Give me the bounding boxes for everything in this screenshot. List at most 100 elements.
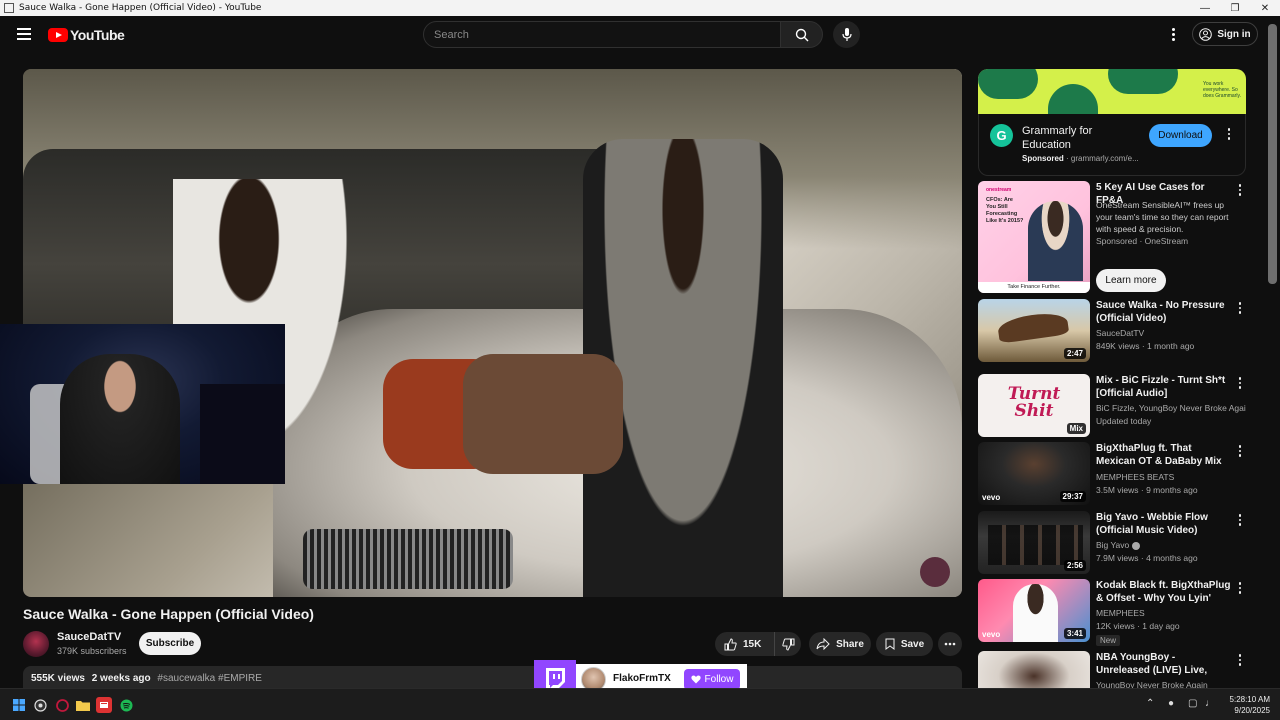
follow-button[interactable]: Follow bbox=[684, 669, 740, 690]
spotify-icon[interactable] bbox=[118, 697, 134, 713]
file-explorer-icon[interactable] bbox=[75, 697, 91, 713]
thumb-person bbox=[1028, 201, 1083, 281]
video-thumbnail[interactable]: 2:47 bbox=[978, 299, 1090, 362]
duration-badge: 2:47 bbox=[1063, 348, 1086, 359]
restore-icon[interactable]: ❐ bbox=[1220, 0, 1250, 16]
tray-volume-icon[interactable]: ♩ bbox=[1205, 698, 1215, 709]
channel-name[interactable]: SauceDatTV bbox=[57, 631, 121, 643]
voice-search-button[interactable] bbox=[833, 21, 860, 48]
thumbs-up-icon bbox=[724, 637, 737, 650]
follow-label: Follow bbox=[704, 674, 734, 685]
ad-download-button[interactable]: Download bbox=[1149, 124, 1212, 147]
share-button[interactable]: Share bbox=[809, 632, 871, 656]
thumb-subject bbox=[996, 310, 1070, 344]
more-vertical-icon[interactable] bbox=[1237, 654, 1243, 668]
thumb-person bbox=[1013, 584, 1058, 642]
more-vertical-icon[interactable] bbox=[1237, 302, 1243, 316]
list-item[interactable]: 2:56 Big Yavo - Webbie Flow (Official Mu… bbox=[978, 511, 1248, 576]
search-box bbox=[423, 21, 781, 48]
like-button[interactable]: 15K bbox=[715, 632, 775, 656]
ad-sponsored-label: Sponsored bbox=[1022, 154, 1064, 163]
ad-banner-image[interactable]: You work everywhere. So does Grammarly. bbox=[978, 69, 1246, 114]
list-item[interactable]: NBA YoungBoy - Unreleased (LIVE) Live, S… bbox=[978, 651, 1248, 688]
video-title[interactable]: Kodak Black ft. BigXthaPlug & Offset - W… bbox=[1096, 579, 1231, 605]
ad-banner-text: You work everywhere. So does Grammarly. bbox=[1203, 81, 1241, 99]
save-button[interactable]: Save bbox=[876, 632, 933, 656]
tray-microphone-icon[interactable]: ● bbox=[1168, 698, 1174, 709]
ad-more-icon[interactable] bbox=[1226, 128, 1232, 142]
more-vertical-icon[interactable] bbox=[1237, 184, 1243, 198]
menu-icon[interactable] bbox=[17, 28, 31, 40]
more-actions-button[interactable] bbox=[938, 632, 962, 656]
channel-name[interactable]: SauceDatTV bbox=[1096, 328, 1246, 338]
more-vertical-icon[interactable] bbox=[1237, 445, 1243, 459]
opera-gx-icon[interactable] bbox=[54, 697, 70, 713]
more-vertical-icon[interactable] bbox=[1237, 514, 1243, 528]
ad-title[interactable]: Grammarly for Education bbox=[1022, 124, 1122, 152]
video-thumbnail[interactable]: onestream CFOs: Are You Still Forecastin… bbox=[978, 181, 1090, 293]
learn-more-button[interactable]: Learn more bbox=[1096, 269, 1166, 292]
list-item[interactable]: onestream CFOs: Are You Still Forecastin… bbox=[978, 181, 1248, 294]
streamer-name: FlakoFrmTX bbox=[613, 673, 671, 684]
video-title[interactable]: NBA YoungBoy - Unreleased (LIVE) Live, S… bbox=[1096, 651, 1231, 677]
obs-icon[interactable] bbox=[32, 697, 48, 713]
window-title: Sauce Walka - Gone Happen (Official Vide… bbox=[19, 3, 262, 13]
taskbar-clock[interactable]: 5:28:10 AM 9/20/2025 bbox=[1222, 694, 1270, 716]
ad-description: OneStream SensibleAI™ frees up your team… bbox=[1096, 200, 1229, 234]
video-meta: 12K views · 1 day ago bbox=[1096, 621, 1180, 631]
more-vertical-icon[interactable] bbox=[1237, 582, 1243, 596]
search-button[interactable] bbox=[780, 21, 823, 48]
news-app-icon[interactable] bbox=[96, 697, 112, 713]
video-thumbnail[interactable]: Turnt Shit Mix bbox=[978, 374, 1090, 437]
more-vertical-icon[interactable] bbox=[1237, 377, 1243, 391]
hashtags[interactable]: #saucewalka #EMPIRE bbox=[157, 673, 262, 684]
search-icon bbox=[795, 28, 808, 41]
dislike-button[interactable] bbox=[775, 632, 801, 656]
tray-network-icon[interactable]: ▢ bbox=[1188, 698, 1197, 709]
list-item[interactable]: vevo 29:37 BigXthaPlug ft. That Mexican … bbox=[978, 442, 1248, 507]
channel-name[interactable]: Big Yavo bbox=[1096, 540, 1246, 550]
video-thumbnail[interactable]: vevo 29:37 bbox=[978, 442, 1090, 505]
video-title[interactable]: Big Yavo - Webbie Flow (Official Music V… bbox=[1096, 511, 1231, 537]
sign-in-button[interactable]: Sign in bbox=[1192, 22, 1258, 46]
channel-avatar[interactable] bbox=[23, 631, 49, 657]
sign-in-label: Sign in bbox=[1217, 28, 1251, 40]
new-badge: New bbox=[1096, 635, 1121, 646]
video-thumbnail[interactable]: vevo 3:41 bbox=[978, 579, 1090, 642]
webcam-streamer bbox=[60, 354, 180, 484]
heart-icon bbox=[690, 675, 701, 684]
video-thumbnail[interactable]: 2:56 bbox=[978, 511, 1090, 574]
thumb-group bbox=[988, 525, 1083, 565]
channel-name[interactable]: BiC Fizzle, YoungBoy Never Broke Again, … bbox=[1096, 403, 1246, 413]
video-title: Sauce Walka - Gone Happen (Official Vide… bbox=[23, 606, 314, 622]
video-title[interactable]: Mix - BiC Fizzle - Turnt Sh*t [Official … bbox=[1096, 374, 1231, 400]
channel-name[interactable]: MEMPHEES BEATS bbox=[1096, 472, 1246, 482]
channel-name[interactable]: MEMPHEES bbox=[1096, 608, 1246, 618]
like-dislike-group: 15K bbox=[715, 632, 801, 656]
video-thumbnail[interactable] bbox=[978, 651, 1090, 688]
subscribe-button[interactable]: Subscribe bbox=[139, 632, 201, 655]
tray-chevron-up-icon[interactable]: ⌃ bbox=[1146, 698, 1154, 709]
share-icon bbox=[816, 638, 830, 650]
page-scrollbar[interactable] bbox=[1268, 24, 1277, 284]
settings-menu-icon[interactable] bbox=[1166, 26, 1180, 42]
list-item[interactable]: vevo 3:41 Kodak Black ft. BigXthaPlug & … bbox=[978, 579, 1248, 649]
duration-badge: 29:37 bbox=[1059, 491, 1086, 502]
video-frame-grille bbox=[303, 529, 513, 589]
thumb-text: Turnt Shit bbox=[1007, 384, 1061, 421]
video-title[interactable]: Sauce Walka - No Pressure (Official Vide… bbox=[1096, 299, 1231, 325]
search-input[interactable] bbox=[434, 28, 780, 41]
ad-card[interactable]: G Grammarly for Education Sponsored · gr… bbox=[978, 114, 1246, 176]
channel-name[interactable]: YoungBoy Never Broke Again bbox=[1096, 680, 1246, 688]
list-item[interactable]: Turnt Shit Mix Mix - BiC Fizzle - Turnt … bbox=[978, 374, 1248, 439]
minimize-icon[interactable]: — bbox=[1190, 0, 1220, 16]
youtube-logo[interactable]: YouTube bbox=[48, 27, 125, 43]
list-item[interactable]: 2:47 Sauce Walka - No Pressure (Official… bbox=[978, 299, 1248, 364]
thumb-text: CFOs: Are You Still Forecasting Like It'… bbox=[986, 197, 1024, 224]
video-title[interactable]: BigXthaPlug ft. That Mexican OT & DaBaby… bbox=[1096, 442, 1231, 468]
windows-start-icon[interactable] bbox=[11, 697, 27, 713]
close-icon[interactable]: ✕ bbox=[1250, 0, 1280, 16]
verified-icon bbox=[1131, 541, 1140, 550]
youtube-header: YouTube Sign in bbox=[0, 16, 1280, 52]
more-horizontal-icon bbox=[944, 642, 956, 646]
